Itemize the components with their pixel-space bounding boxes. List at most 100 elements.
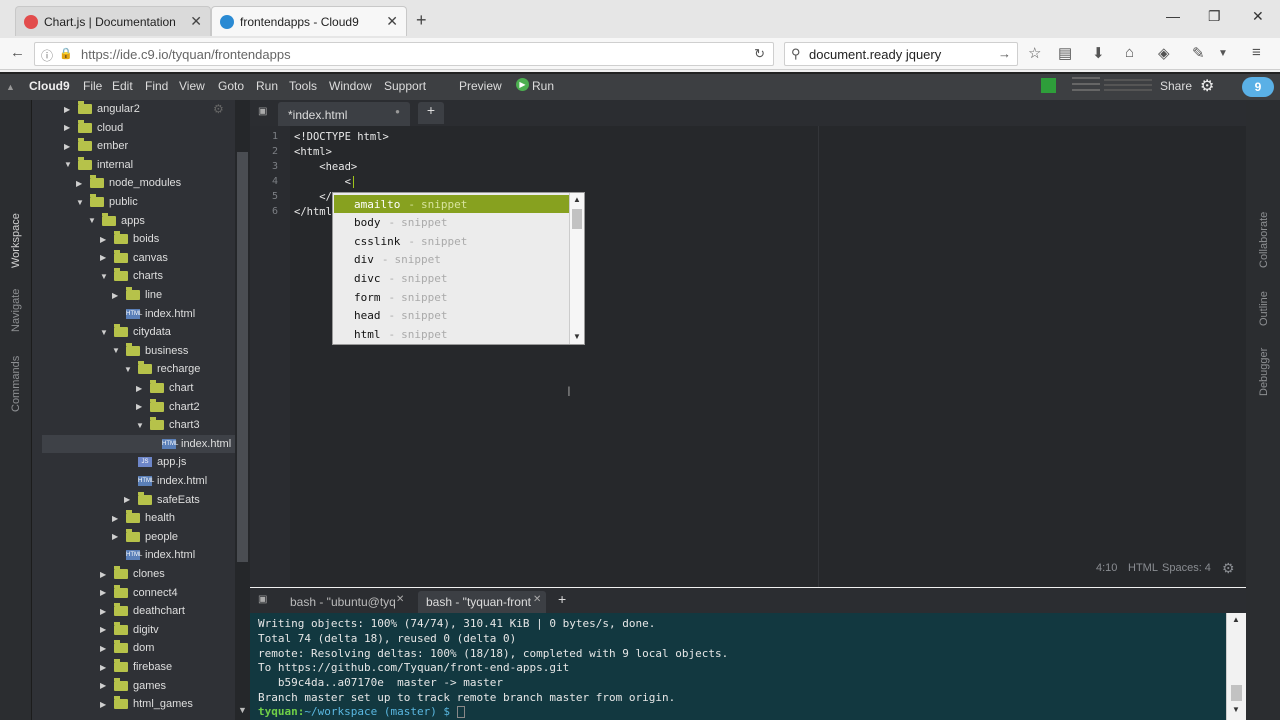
new-terminal-button[interactable]: + xyxy=(558,591,566,607)
scroll-down-icon[interactable]: ▼ xyxy=(1232,705,1240,714)
expanded-caret-icon[interactable]: ▼ xyxy=(88,216,96,225)
menu-file[interactable]: File xyxy=(83,79,102,93)
tree-scrollbar[interactable]: ▼ xyxy=(235,100,250,720)
tree-folder[interactable]: ▶ cloud xyxy=(32,119,232,137)
tree-folder[interactable]: ▶ chart2 xyxy=(32,398,232,416)
tree-folder[interactable]: ▶ people xyxy=(32,528,232,546)
panel-outline[interactable]: Outline xyxy=(1258,291,1270,326)
tree-folder[interactable]: ▶ games xyxy=(32,677,232,695)
expanded-caret-icon[interactable]: ▼ xyxy=(124,365,132,374)
download-icon[interactable]: ⬇ xyxy=(1092,44,1105,62)
search-box[interactable]: ⚲ document.ready jquery → xyxy=(784,42,1018,66)
collapsed-caret-icon[interactable]: ▶ xyxy=(100,644,108,653)
reading-list-icon[interactable]: ▤ xyxy=(1058,44,1072,62)
autocomplete-item[interactable]: div - snippet xyxy=(334,251,569,269)
collapsed-caret-icon[interactable]: ▶ xyxy=(100,681,108,690)
tree-folder[interactable]: ▶ node_modules xyxy=(32,174,232,192)
maximize-button[interactable]: ❐ xyxy=(1208,8,1221,25)
panel-navigate[interactable]: Navigate xyxy=(10,289,22,332)
terminal-scroll-thumb[interactable] xyxy=(1231,685,1242,701)
autocomplete-item[interactable]: divc - snippet xyxy=(334,269,569,287)
run-button[interactable]: Run xyxy=(532,79,554,93)
tree-folder[interactable]: ▶ boids xyxy=(32,230,232,248)
tools-icon[interactable]: ✎ xyxy=(1192,44,1205,62)
menu-window[interactable]: Window xyxy=(329,79,372,93)
tree-folder[interactable]: ▼ apps xyxy=(32,212,232,230)
download-status-icon[interactable] xyxy=(1041,78,1056,93)
collapsed-caret-icon[interactable]: ▶ xyxy=(136,384,144,393)
tree-folder[interactable]: ▶ digitv xyxy=(32,621,232,639)
minimize-button[interactable]: — xyxy=(1166,8,1180,24)
reload-icon[interactable]: ↻ xyxy=(754,46,765,62)
editor-settings-gear-icon[interactable]: ⚙ xyxy=(1222,560,1235,577)
menu-edit[interactable]: Edit xyxy=(112,79,133,93)
collapsed-caret-icon[interactable]: ▶ xyxy=(64,123,72,132)
info-icon[interactable]: ⓘ xyxy=(41,47,53,64)
new-editor-tab-button[interactable]: + xyxy=(418,102,444,124)
indent-setting[interactable]: Spaces: 4 xyxy=(1162,562,1211,574)
autocomplete-item[interactable]: body - snippet xyxy=(334,214,569,232)
autocomplete-scroll-thumb[interactable] xyxy=(572,209,582,229)
collapsed-caret-icon[interactable]: ▶ xyxy=(64,105,72,114)
close-tab-icon[interactable]: ✕ xyxy=(386,13,398,30)
language-mode[interactable]: HTML xyxy=(1128,562,1158,574)
browser-tab-cloud9[interactable]: frontendapps - Cloud9 ✕ xyxy=(211,6,407,36)
tree-folder[interactable]: ▼ internal xyxy=(32,156,232,174)
autocomplete-item[interactable]: csslink - snippet xyxy=(334,232,569,250)
bookmark-star-icon[interactable]: ☆ xyxy=(1028,44,1041,62)
panel-workspace[interactable]: Workspace xyxy=(10,213,22,268)
unsaved-dot-icon[interactable]: ● xyxy=(395,107,400,116)
collapsed-caret-icon[interactable]: ▶ xyxy=(76,179,84,188)
menu-run[interactable]: Run xyxy=(256,79,278,93)
menu-view[interactable]: View xyxy=(179,79,205,93)
collapse-icon[interactable]: ▲ xyxy=(6,82,15,92)
tree-scroll-thumb[interactable] xyxy=(237,152,248,562)
tree-folder[interactable]: ▶ health xyxy=(32,509,232,527)
collapsed-caret-icon[interactable]: ▶ xyxy=(136,402,144,411)
back-arrow-icon[interactable]: ← xyxy=(10,44,25,61)
collapsed-caret-icon[interactable]: ▶ xyxy=(100,588,108,597)
tree-file[interactable]: HTML index.html xyxy=(32,472,232,490)
tree-folder[interactable]: ▼ citydata xyxy=(32,323,232,341)
cloud9-badge[interactable]: 9 xyxy=(1242,77,1274,97)
close-window-button[interactable]: ✕ xyxy=(1252,8,1264,25)
hamburger-menu-icon[interactable]: ≡ xyxy=(1252,44,1261,61)
collapsed-caret-icon[interactable]: ▶ xyxy=(100,625,108,634)
scroll-down-icon[interactable]: ▼ xyxy=(238,705,247,715)
collapsed-caret-icon[interactable]: ▶ xyxy=(112,514,120,523)
tree-folder[interactable]: ▼ public xyxy=(32,193,232,211)
tree-folder[interactable]: ▶ dom xyxy=(32,639,232,657)
collapsed-caret-icon[interactable]: ▶ xyxy=(64,142,72,151)
pocket-icon[interactable]: ◈ xyxy=(1158,44,1170,62)
tree-file[interactable]: HTML index.html xyxy=(42,434,235,453)
tree-folder[interactable]: ▶ safeEats xyxy=(32,491,232,509)
expanded-caret-icon[interactable]: ▼ xyxy=(64,160,72,169)
editor-tab-index[interactable]: *index.html ● xyxy=(278,102,410,126)
tree-folder[interactable]: ▶ html_games xyxy=(32,695,232,713)
tree-folder[interactable]: ▶ firebase xyxy=(32,658,232,676)
autocomplete-item[interactable]: form - snippet xyxy=(334,288,569,306)
autocomplete-item[interactable]: amailto - snippet xyxy=(334,195,569,213)
scroll-up-icon[interactable]: ▲ xyxy=(573,195,581,204)
dropdown-icon[interactable]: ▼ xyxy=(1218,48,1228,59)
expanded-caret-icon[interactable]: ▼ xyxy=(100,328,108,337)
close-tab-icon[interactable]: ✕ xyxy=(533,594,541,605)
terminal-tab-2[interactable]: bash - "tyquan-front xyxy=(418,591,546,613)
settings-gear-icon[interactable]: ⚙ xyxy=(1200,76,1214,96)
tree-folder[interactable]: ▼ chart3 xyxy=(32,416,232,434)
tree-file[interactable]: JS app.js xyxy=(32,453,232,471)
share-button[interactable]: Share xyxy=(1160,79,1192,93)
tree-folder[interactable]: ▶ line xyxy=(32,286,232,304)
collapsed-caret-icon[interactable]: ▶ xyxy=(100,235,108,244)
expanded-caret-icon[interactable]: ▼ xyxy=(100,272,108,281)
expanded-caret-icon[interactable]: ▼ xyxy=(76,198,84,207)
tab-menu-icon[interactable]: ▣ xyxy=(258,594,267,605)
menu-support[interactable]: Support xyxy=(384,79,426,93)
scroll-up-icon[interactable]: ▲ xyxy=(1232,615,1240,624)
autocomplete-item[interactable]: html - snippet xyxy=(334,325,569,343)
browser-tab-chartjs[interactable]: Chart.js | Documentation ✕ xyxy=(15,6,211,36)
expanded-caret-icon[interactable]: ▼ xyxy=(112,346,120,355)
collapsed-caret-icon[interactable]: ▶ xyxy=(100,607,108,616)
collapsed-caret-icon[interactable]: ▶ xyxy=(100,570,108,579)
expanded-caret-icon[interactable]: ▼ xyxy=(136,421,144,430)
